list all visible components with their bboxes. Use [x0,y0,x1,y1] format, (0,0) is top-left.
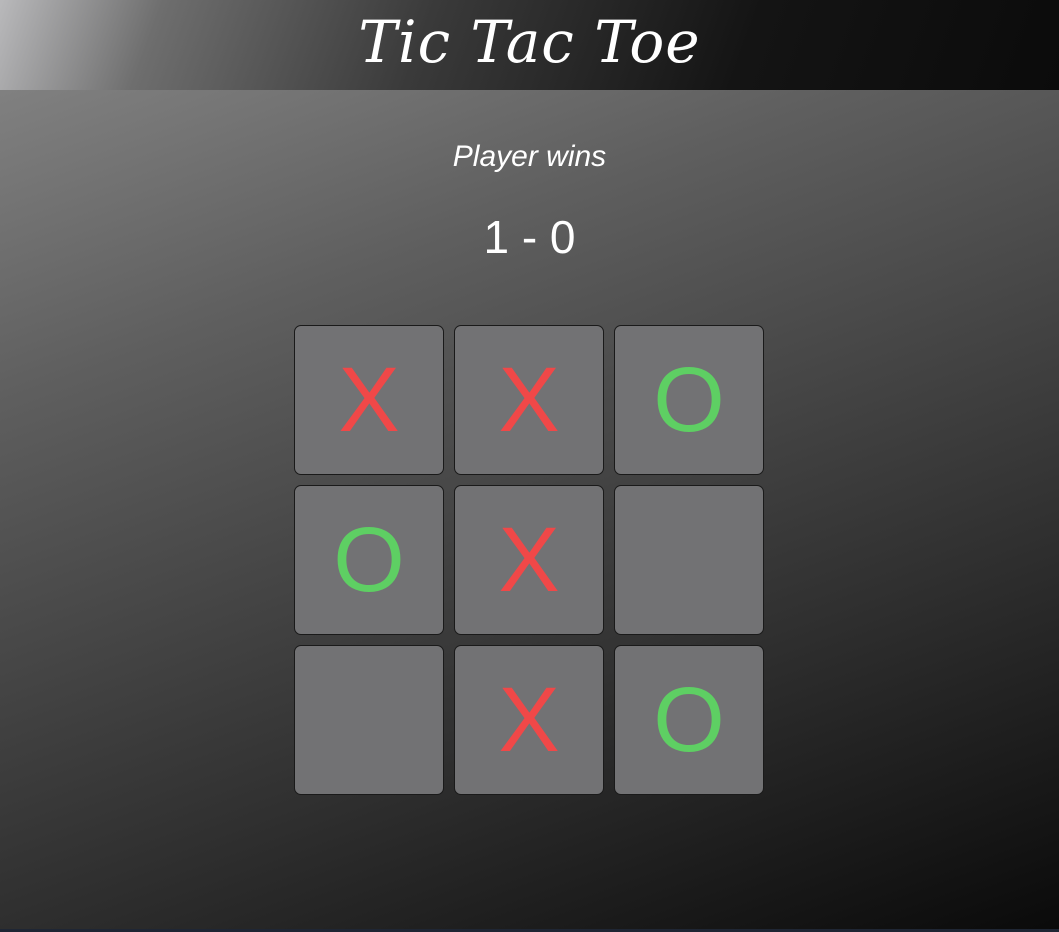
board-cell[interactable]: O [614,645,764,795]
score-display: 1 - 0 [483,211,576,263]
game-board: X X O O X X O [294,325,764,795]
board-cell[interactable]: X [454,485,604,635]
board-cell[interactable]: O [294,485,444,635]
game-status: Player wins [452,140,607,173]
board-cell[interactable] [294,645,444,795]
board-cell[interactable]: X [294,325,444,475]
board-cell[interactable]: O [614,325,764,475]
board-cell[interactable]: X [454,325,604,475]
game-title: Tic Tac Toe [358,8,701,76]
board-cell[interactable]: X [454,645,604,795]
header-bar: Tic Tac Toe [0,0,1059,90]
board-cell[interactable] [614,485,764,635]
